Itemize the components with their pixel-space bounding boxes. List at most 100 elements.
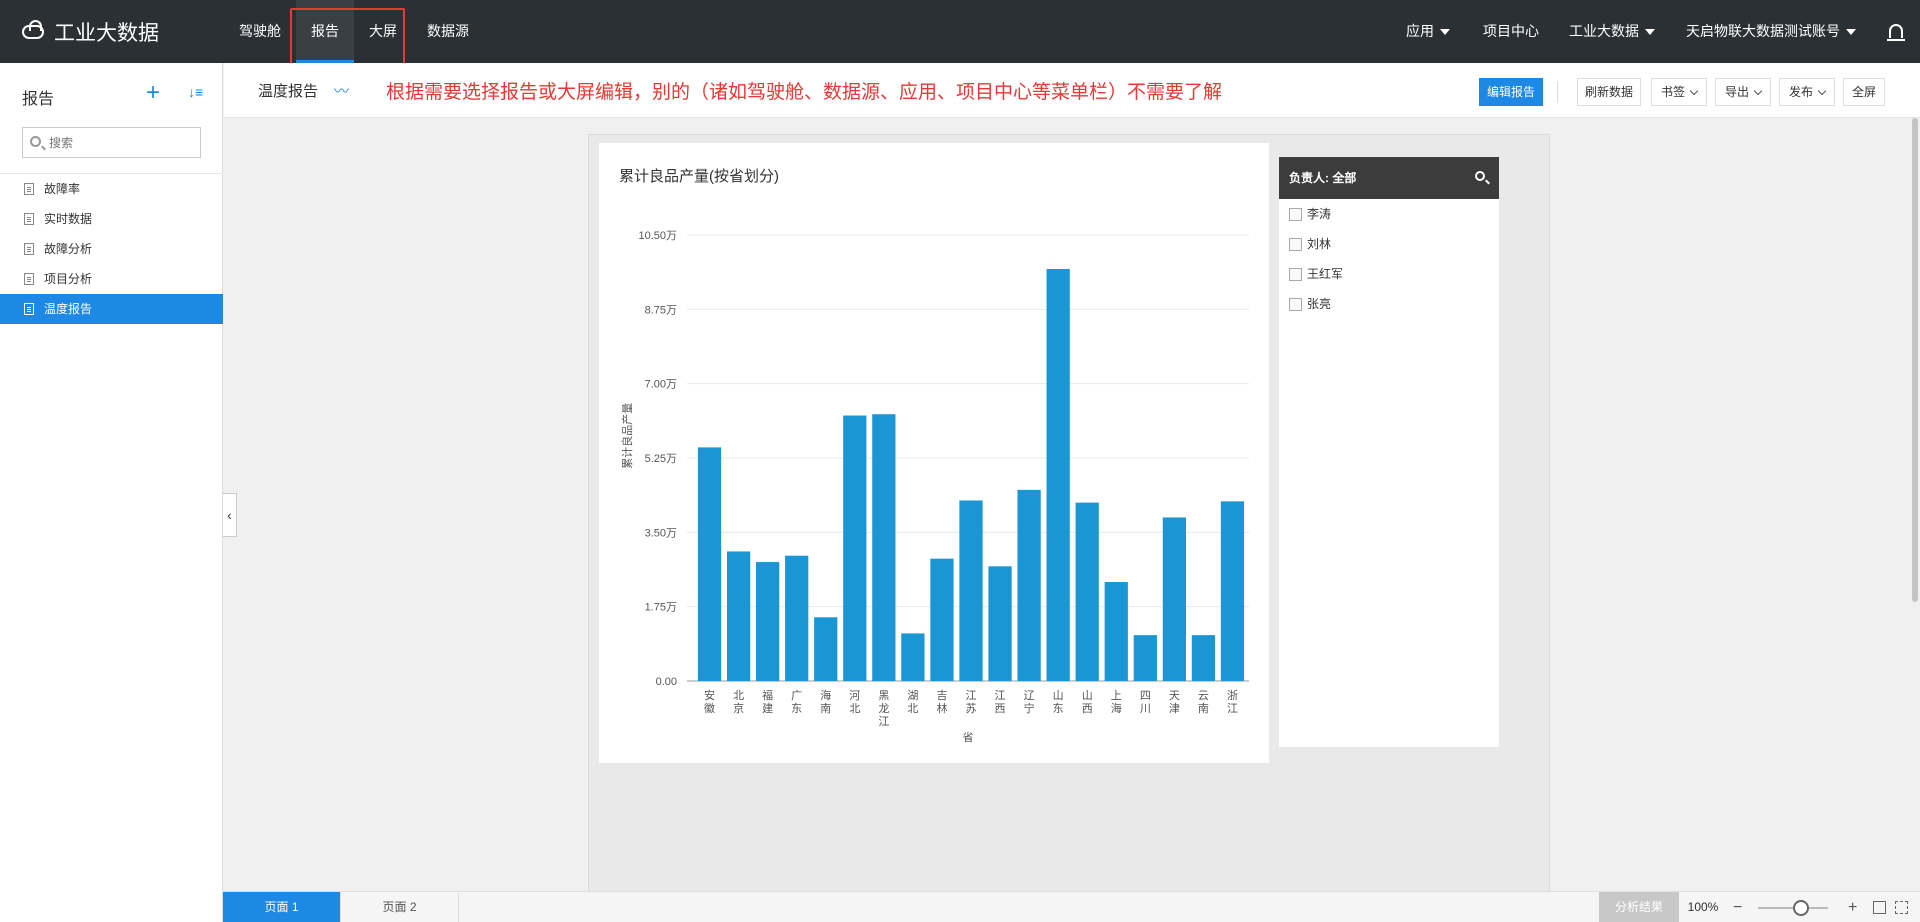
document-icon — [24, 213, 34, 225]
filter-option-label: 刘林 — [1307, 237, 1332, 251]
filter-option[interactable]: 李涛 — [1289, 204, 1331, 224]
page-tab-2[interactable]: 页面 2 — [341, 892, 459, 922]
sidebar: 报告 + ↓≡ 故障率 实时数据 故障分析 项目分析 温度报告 — [0, 63, 223, 922]
checkbox[interactable] — [1289, 208, 1302, 221]
search-box — [22, 127, 201, 158]
bar — [843, 415, 867, 681]
nav-industry-label: 工业大数据 — [1569, 23, 1639, 39]
x-axis-label: 省 — [963, 731, 974, 744]
sidebar-item-temperature-report[interactable]: 温度报告 — [0, 294, 223, 324]
sidebar-item-fault-rate[interactable]: 故障率 — [0, 174, 223, 204]
page-tab-1[interactable]: 页面 1 — [223, 892, 341, 922]
y-tick-label: 10.50万 — [638, 230, 677, 242]
x-tick-label: 上海 — [1111, 689, 1122, 715]
nav-industry[interactable]: 工业大数据 — [1569, 0, 1655, 63]
x-tick-label: 山东 — [1053, 689, 1064, 715]
brand[interactable]: 工业大数据 — [22, 0, 159, 63]
bar — [901, 633, 925, 681]
sidebar-title: 报告 — [22, 91, 55, 108]
search-icon[interactable] — [1475, 171, 1485, 181]
checkbox[interactable] — [1289, 268, 1302, 281]
x-tick-label: 山西 — [1082, 689, 1093, 715]
chart-panel[interactable]: 累计良品产量(按省划分) 0.00 1.75万 3.50万 5.25万 7.00万 8.7… — [599, 143, 1269, 763]
x-tick-label: 福建 — [762, 688, 773, 715]
annotation-text: 根据需要选择报告或大屏编辑，别的（诸如驾驶舱、数据源、应用、项目中心等菜单栏）不… — [386, 82, 1223, 103]
nav-project-center[interactable]: 项目中心 — [1483, 0, 1539, 63]
publish-label: 发布 — [1788, 85, 1813, 99]
x-tick-label: 辽宁 — [1024, 689, 1035, 715]
fullscreen-button[interactable]: 全屏 — [1843, 78, 1885, 106]
sidebar-item-label: 项目分析 — [44, 272, 93, 286]
y-tick-label: 3.50万 — [645, 527, 677, 539]
x-tick-label: 河北 — [849, 689, 860, 715]
fit-width-icon[interactable] — [1873, 901, 1886, 914]
report-title: 温度报告 — [258, 83, 319, 100]
bar — [1104, 582, 1128, 681]
publish-dropdown[interactable]: 发布 — [1779, 78, 1835, 106]
x-tick-label: 吉林 — [936, 689, 947, 715]
x-tick-label: 云南 — [1198, 690, 1209, 715]
filter-option[interactable]: 王红军 — [1289, 264, 1343, 284]
nav-apps[interactable]: 应用 — [1406, 0, 1450, 63]
edit-report-button[interactable]: 编辑报告 — [1479, 78, 1543, 106]
x-tick-label: 海南 — [820, 688, 831, 715]
x-tick-label: 广东 — [791, 689, 802, 715]
refresh-data-button[interactable]: 刷新数据 — [1577, 78, 1641, 106]
vertical-scrollbar[interactable] — [1912, 118, 1918, 602]
bar — [785, 555, 809, 681]
zoom-out-icon[interactable]: − — [1733, 892, 1742, 922]
search-input[interactable] — [47, 132, 197, 153]
bar — [988, 566, 1012, 681]
export-dropdown[interactable]: 导出 — [1715, 78, 1771, 106]
document-icon — [24, 303, 34, 315]
sidebar-item-fault-analysis[interactable]: 故障分析 — [0, 234, 223, 264]
y-tick-label: 7.00万 — [645, 379, 677, 391]
report-toolbar: 温度报告 〰 根据需要选择报告或大屏编辑，别的（诸如驾驶舱、数据源、应用、项目中… — [224, 63, 1920, 118]
filter-header[interactable]: 负责人: 全部 — [1279, 157, 1499, 199]
cloud-logo-icon — [22, 19, 44, 39]
caret-down-icon — [1645, 29, 1655, 36]
zoom-in-icon[interactable]: + — [1848, 892, 1857, 922]
bar — [959, 500, 983, 681]
nav-cockpit[interactable]: 驾驶舱 — [226, 0, 294, 63]
bar — [1046, 268, 1070, 681]
top-navbar: 工业大数据 驾驶舱 报告 大屏 数据源 应用 项目中心 工业大数据 天启物联大数… — [0, 0, 1920, 63]
sidebar-item-label: 实时数据 — [44, 212, 93, 226]
analysis-result-button[interactable]: 分析结果 — [1599, 892, 1679, 922]
chevron-down-icon — [1689, 86, 1699, 96]
zoom-slider-handle[interactable] — [1793, 900, 1809, 916]
bar — [1162, 517, 1186, 681]
bell-icon[interactable] — [1887, 24, 1905, 41]
sort-icon[interactable]: ↓≡ — [188, 84, 203, 100]
bar — [726, 551, 751, 681]
fit-page-icon[interactable] — [1895, 901, 1908, 914]
line-chart-icon[interactable]: 〰 — [334, 80, 349, 101]
x-tick-label: 江西 — [995, 689, 1006, 715]
bar — [1220, 501, 1245, 681]
filter-option[interactable]: 刘林 — [1289, 234, 1331, 254]
sidebar-item-realtime-data[interactable]: 实时数据 — [0, 204, 223, 234]
nav-account[interactable]: 天启物联大数据测试账号 — [1686, 0, 1856, 63]
x-tick-label: 四川 — [1140, 690, 1151, 715]
bar — [814, 617, 838, 681]
sidebar-item-project-analysis[interactable]: 项目分析 — [0, 264, 223, 294]
bookmark-dropdown[interactable]: 书签 — [1651, 78, 1707, 106]
filter-option-label: 王红军 — [1307, 267, 1344, 281]
x-tick-label: 安徽 — [704, 688, 715, 715]
x-tick-label: 天津 — [1169, 690, 1180, 715]
checkbox[interactable] — [1289, 298, 1302, 311]
filter-option-label: 张亮 — [1307, 297, 1332, 311]
bar — [1075, 502, 1099, 681]
sidebar-item-label: 故障分析 — [44, 242, 93, 256]
add-report-icon[interactable]: + — [146, 81, 160, 105]
collapse-sidebar-handle[interactable]: ‹ — [223, 493, 237, 537]
sidebar-item-label: 故障率 — [44, 182, 81, 196]
bar — [697, 447, 722, 681]
bottom-bar: 页面 1 页面 2 分析结果 100% − + — [223, 891, 1920, 922]
bar — [930, 558, 954, 681]
document-icon — [24, 183, 34, 195]
nav-datasource[interactable]: 数据源 — [414, 0, 482, 63]
filter-option[interactable]: 张亮 — [1289, 294, 1331, 314]
bar — [756, 562, 780, 681]
checkbox[interactable] — [1289, 238, 1302, 251]
